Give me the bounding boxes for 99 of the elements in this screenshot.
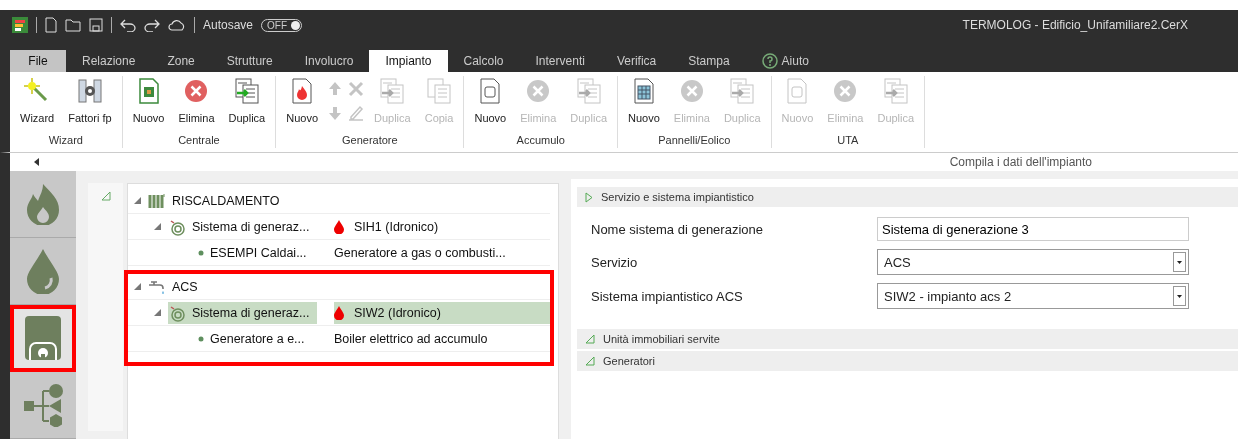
menu-tab[interactable]: Relazione xyxy=(66,50,152,72)
group-label: UTA xyxy=(836,134,860,148)
tree-item[interactable]: Sistema di generaz... xyxy=(168,301,318,324)
up-down-arrows-icon xyxy=(328,81,342,121)
menu-tab[interactable]: Interventi xyxy=(519,50,601,72)
dropdown[interactable]: ACS xyxy=(877,249,1189,275)
flame-document-icon xyxy=(291,78,314,104)
tree-cell: SIW2 (Idronico) xyxy=(354,305,441,320)
ribbon-button[interactable]: Fattori fp xyxy=(62,76,118,126)
drop-icon xyxy=(334,305,344,320)
ribbon-button[interactable]: Nuovo xyxy=(280,76,324,126)
ribbon-button[interactable]: Nuovo xyxy=(126,76,171,126)
collapse-triangle-icon[interactable] xyxy=(100,191,111,201)
section-header[interactable]: Servizio e sistema impiantistico xyxy=(577,187,1238,207)
delete-icon xyxy=(183,78,210,104)
tap-icon xyxy=(148,278,166,295)
cloud-icon[interactable] xyxy=(168,19,186,31)
ribbon-button[interactable]: Nuovo xyxy=(468,76,513,126)
copy-icon xyxy=(426,78,453,104)
duplicate-icon xyxy=(729,78,756,104)
ribbon-button[interactable]: Elimina xyxy=(172,76,221,126)
boiler-icon[interactable] xyxy=(24,315,62,361)
expand-triangle-icon[interactable] xyxy=(133,197,141,204)
field-label: Sistema impiantistico ACS xyxy=(591,288,744,304)
ribbon-button[interactable]: Nuovo xyxy=(622,76,666,126)
cross-and-pencil-icon xyxy=(348,81,364,121)
field-label: Servizio xyxy=(591,254,639,270)
duplicate-icon xyxy=(882,78,909,104)
section-header[interactable]: Generatori xyxy=(577,351,1238,371)
duplicate-icon xyxy=(379,78,406,104)
duplicate-icon xyxy=(233,78,260,104)
scroll-left-icon[interactable] xyxy=(34,158,39,166)
delete-icon xyxy=(525,78,552,104)
group-label: Centrale xyxy=(177,134,221,148)
menu-tab[interactable]: Impianto xyxy=(369,50,448,72)
tree-item[interactable]: ACS xyxy=(148,275,206,298)
tree-item[interactable]: RISCALDAMENTO xyxy=(148,189,288,212)
dropdown-caret-icon xyxy=(1177,294,1182,298)
radiator-icon xyxy=(148,192,166,209)
folder-icon[interactable] xyxy=(65,18,81,32)
outline-triangle-icon xyxy=(585,191,593,203)
spiral-icon xyxy=(168,217,186,236)
menu-tab[interactable]: Stampa xyxy=(672,50,746,72)
menu-tab[interactable]: Zone xyxy=(151,50,211,72)
menu-tab[interactable]: Strutture xyxy=(210,50,289,72)
tree-cell: SIH1 (Idronico) xyxy=(354,219,439,234)
bullet-icon xyxy=(198,335,204,342)
sidebar-item[interactable] xyxy=(10,238,76,305)
tank-document-icon xyxy=(786,78,809,104)
undo-icon[interactable] xyxy=(120,18,136,32)
delete-icon xyxy=(832,78,859,104)
tree-cell: Generatore a gas o combusti... xyxy=(334,245,506,260)
expand-triangle-icon[interactable] xyxy=(153,309,161,316)
window-title: TERMOLOG - Edificio_Unifamiliare2.CerX xyxy=(962,18,1188,32)
document-icon xyxy=(137,78,160,104)
tree-item[interactable]: Sistema di generaz... xyxy=(168,215,318,238)
dropdown-caret-icon xyxy=(1177,260,1182,264)
ribbon-button[interactable]: Duplica xyxy=(222,76,272,126)
flame-icon[interactable] xyxy=(26,183,60,225)
group-label: Generatore xyxy=(341,134,399,148)
menu-tab[interactable]: Verifica xyxy=(600,50,673,72)
sidebar-item[interactable] xyxy=(10,372,76,439)
sidebar-item[interactable] xyxy=(10,305,76,372)
drop-icon[interactable] xyxy=(26,248,60,294)
corner-triangle-icon xyxy=(585,356,595,366)
bullet-icon xyxy=(198,249,204,256)
new-file-icon[interactable] xyxy=(45,17,57,33)
tree-item[interactable]: Generatore a e... xyxy=(198,327,313,350)
group-label: Pannelli/Eolico xyxy=(657,134,732,148)
help-icon xyxy=(761,53,778,69)
save-icon[interactable] xyxy=(89,18,103,32)
dropdown[interactable]: SIW2 - impianto acs 2 xyxy=(877,283,1189,309)
menu-tab[interactable]: Aiuto xyxy=(745,50,825,72)
spiral-icon xyxy=(168,303,186,322)
duplicate-icon xyxy=(575,78,602,104)
hint-text: Compila i dati dell'impianto xyxy=(949,155,1092,169)
flowchart-icon[interactable] xyxy=(23,383,63,427)
menu-tab[interactable]: Calcolo xyxy=(447,50,520,72)
app-logo-icon[interactable] xyxy=(12,17,28,33)
ribbon-button[interactable]: Wizard xyxy=(14,76,61,126)
expand-triangle-icon[interactable] xyxy=(133,283,141,290)
delete-icon xyxy=(678,78,705,104)
menu-tab[interactable]: File xyxy=(10,50,66,72)
tree-item[interactable]: ESEMPI Caldai... xyxy=(198,241,315,264)
menu-tab[interactable]: Involucro xyxy=(288,50,370,72)
autosave-label: Autosave xyxy=(203,18,254,32)
section-header[interactable]: Unità immobiliari servite xyxy=(577,329,1238,349)
group-label: Wizard xyxy=(47,134,84,148)
drop-icon xyxy=(334,219,344,234)
sidebar-item[interactable] xyxy=(10,171,76,238)
corner-triangle-icon xyxy=(585,334,595,344)
expand-triangle-icon[interactable] xyxy=(153,223,161,230)
grid-document-icon xyxy=(632,78,655,104)
tree-cell: Boiler elettrico ad accumulo xyxy=(334,331,488,346)
field-label: Nome sistema di generazione xyxy=(591,221,764,237)
group-label: Accumulo xyxy=(515,134,566,148)
text-field[interactable]: Sistema di generazione 3 xyxy=(877,217,1189,241)
redo-icon[interactable] xyxy=(144,18,160,32)
tank-document-icon xyxy=(479,78,502,104)
